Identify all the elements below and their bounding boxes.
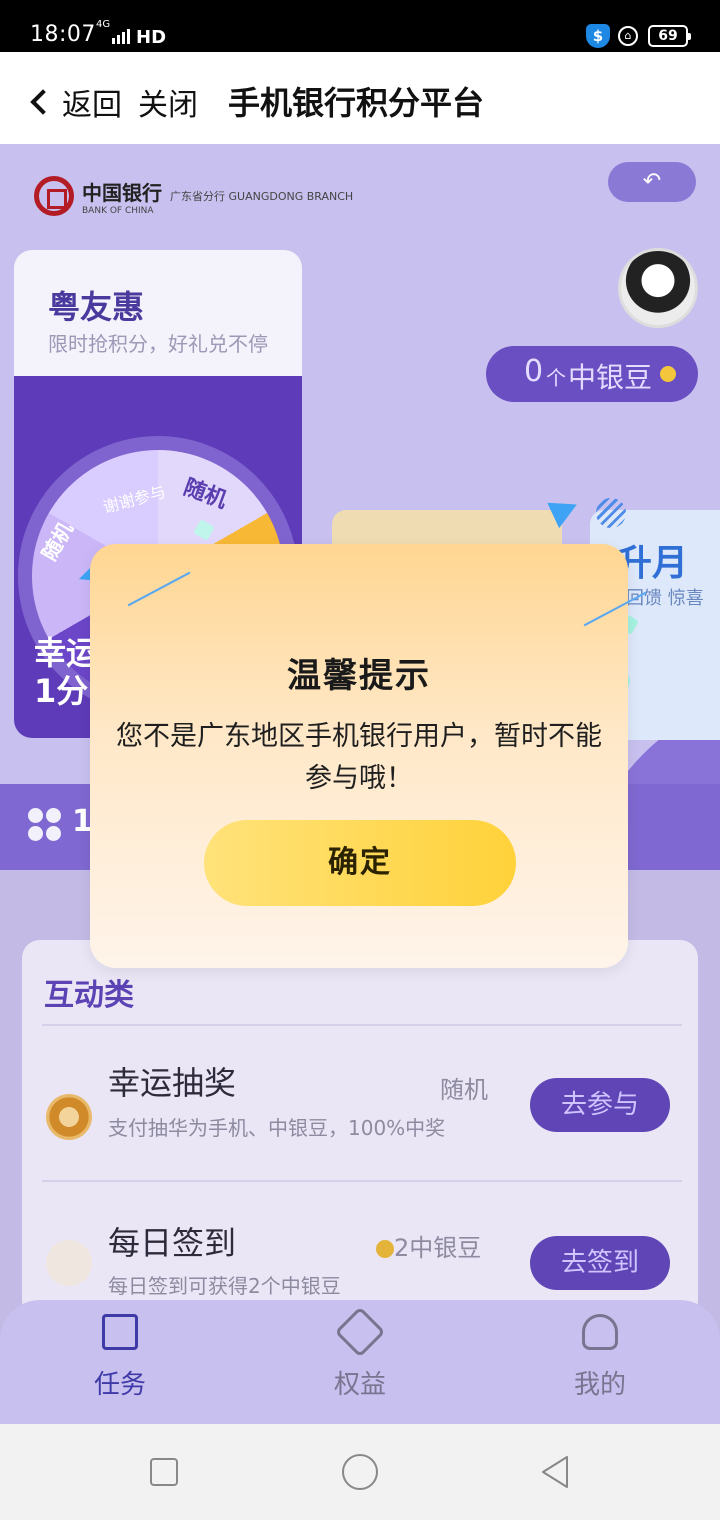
recent-apps-icon[interactable] bbox=[150, 1458, 178, 1486]
close-button[interactable]: 关闭 bbox=[138, 80, 198, 124]
rotation-lock-icon: ⌂ bbox=[618, 26, 638, 46]
notice-dialog: 温馨提示 您不是广东地区手机银行用户，暂时不能参与哦！ 确定 bbox=[90, 544, 647, 968]
top-nav: 返回 关闭 手机银行积分平台 bbox=[0, 52, 720, 144]
system-nav-bar bbox=[0, 1424, 720, 1520]
confetti-line bbox=[127, 571, 191, 607]
shield-icon: $ bbox=[586, 24, 610, 48]
status-time: 18:07 bbox=[30, 22, 96, 47]
signal-icon bbox=[112, 28, 132, 44]
dialog-message: 您不是广东地区手机银行用户，暂时不能参与哦！ bbox=[116, 721, 602, 794]
page-title: 手机银行积分平台 bbox=[228, 84, 485, 122]
chevron-left-icon bbox=[30, 89, 56, 115]
status-bar: 18:07 4G HD $ ⌂ 69 bbox=[0, 0, 720, 52]
dialog-title: 温馨提示 bbox=[287, 656, 431, 696]
confirm-button[interactable]: 确定 bbox=[204, 820, 516, 906]
home-icon[interactable] bbox=[342, 1454, 378, 1490]
battery-indicator: 69 bbox=[648, 25, 691, 47]
back-button[interactable]: 返回 bbox=[26, 80, 122, 124]
hd-indicator: HD bbox=[136, 27, 167, 48]
network-type: 4G bbox=[96, 19, 111, 30]
confetti-decoration bbox=[596, 498, 626, 528]
back-triangle-icon[interactable] bbox=[540, 1454, 570, 1490]
back-label: 返回 bbox=[62, 88, 122, 123]
